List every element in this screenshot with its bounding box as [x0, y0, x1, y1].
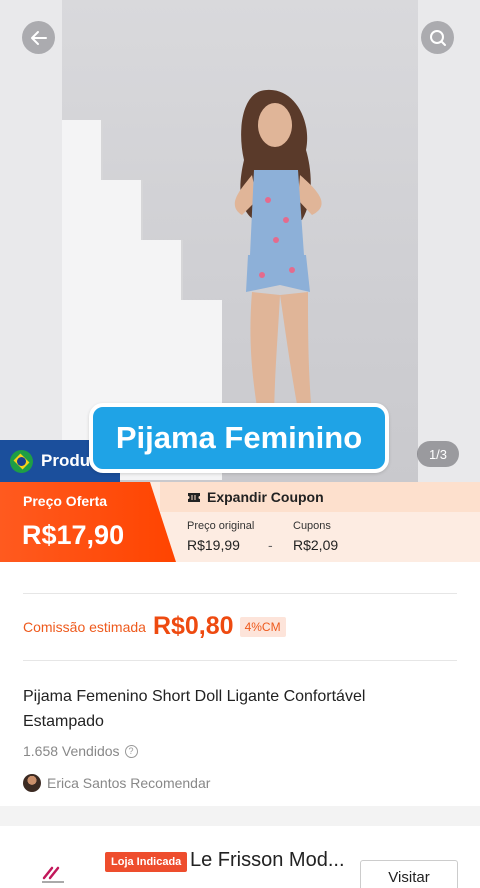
arrow-left-icon [30, 30, 47, 45]
divider [23, 660, 457, 661]
commission-label: Comissão estimada [23, 618, 146, 635]
original-price-value: R$19,99 [187, 537, 240, 553]
image-counter: 1/3 [417, 441, 459, 467]
brazil-flag-icon [10, 449, 33, 473]
offer-price: R$17,90 [22, 520, 125, 550]
visit-store-button[interactable]: Visitar [360, 860, 458, 888]
search-button[interactable] [421, 21, 454, 54]
minus-sign: - [268, 537, 273, 553]
origin-tag-label: Produ [41, 451, 91, 470]
expand-coupon-label: Expandir Coupon [207, 489, 324, 505]
sold-count-label: 1.658 Vendidos [23, 743, 120, 759]
back-button[interactable] [22, 21, 55, 54]
commission-row: Comissão estimada R$0,80 4%CM [23, 612, 286, 641]
avatar [23, 774, 41, 792]
offer-label: Preço Oferta [23, 493, 108, 509]
search-icon [429, 29, 446, 46]
recommender-label: Erica Santos Recomendar [47, 775, 211, 791]
store-badge: Loja Indicada [105, 852, 188, 872]
title-overlay: Pijama Feminino [89, 403, 389, 473]
original-price-label: Preço original [187, 520, 255, 532]
store-name[interactable]: Le Frisson Mod... [190, 849, 345, 872]
question-icon[interactable]: ? [124, 744, 138, 758]
product-title: Pijama Femenino Short Doll Ligante Confo… [23, 688, 366, 730]
store-row[interactable]: Loja Indicada Le Frisson Mod... Visitar [0, 826, 480, 888]
coupon-icon [188, 493, 200, 502]
model-figure [234, 89, 322, 425]
coupons-label: Cupons [293, 520, 331, 532]
offer-price-box: Preço Oferta R$17,90 [0, 482, 176, 562]
sold-count: 1.658 Vendidos ? [23, 743, 138, 759]
recommender-row[interactable]: Erica Santos Recomendar [23, 774, 210, 792]
divider [23, 593, 457, 594]
commission-rate-badge: 4%CM [239, 616, 286, 637]
price-band: Expandir Coupon Preço Oferta R$17,90 Pre… [0, 482, 480, 562]
commission-value: R$0,80 [152, 612, 234, 640]
coupons-value: R$2,09 [293, 537, 339, 553]
expand-coupon-button[interactable]: Expandir Coupon [187, 489, 324, 505]
section-gap [0, 806, 480, 826]
store-logo-icon [42, 866, 64, 883]
